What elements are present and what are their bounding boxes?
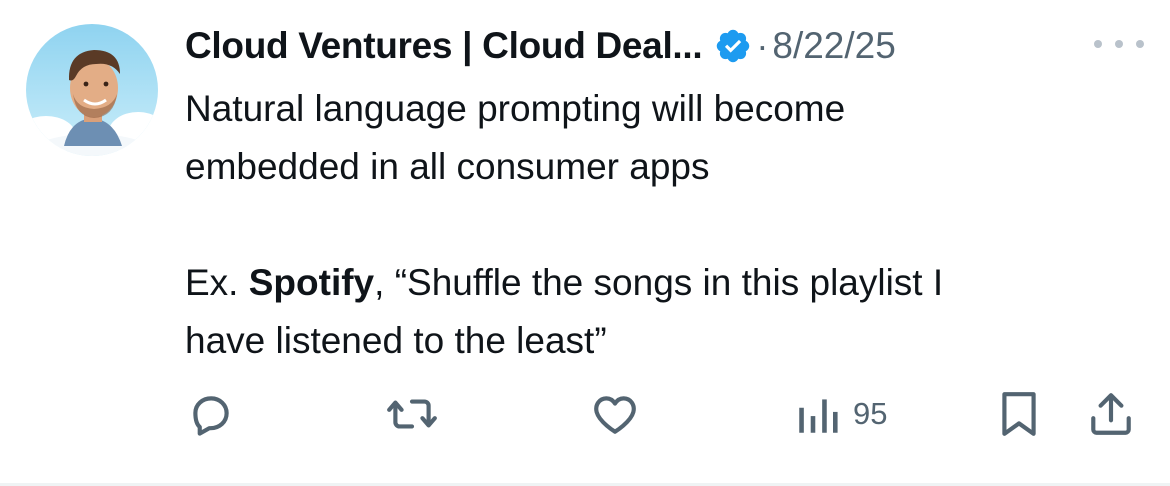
separator-dot: · [756,25,769,66]
avatar[interactable] [26,24,158,156]
tweet-text-line: have listened to the least” [185,320,607,361]
share-icon [1091,393,1131,435]
repost-button[interactable] [385,384,439,444]
like-button[interactable] [590,384,640,444]
reply-icon [193,396,229,436]
views-icon [799,399,838,433]
bookmark-button[interactable] [996,384,1042,444]
bookmark-icon [1002,392,1036,436]
repost-icon [387,399,437,429]
share-button[interactable] [1086,384,1136,444]
tweet-text-line: Ex. Spotify, “Shuffle the songs in this … [185,254,1145,312]
tweet-card[interactable]: Cloud Ventures | Cloud Deal... · 8/22/25… [0,0,1170,486]
tweet-actions: 95 [0,384,1170,444]
tweet-text: Natural language prompting will become e… [185,80,1145,370]
tweet-text-line: Natural language prompting will become [185,88,846,129]
example-bold-app: Spotify [248,262,375,303]
reply-button[interactable] [186,384,236,444]
post-date[interactable]: 8/22/25 [772,25,895,67]
example-quote: , “Shuffle the songs in this playlist I [374,262,944,303]
views-button[interactable]: 95 [797,384,887,444]
example-prefix: Ex. [185,262,249,303]
tweet-header: Cloud Ventures | Cloud Deal... · 8/22/25 [185,20,1145,72]
views-count: 95 [853,396,888,431]
tweet-text-line: embedded in all consumer apps [185,146,710,187]
more-options-icon[interactable] [1094,32,1144,56]
display-name[interactable]: Cloud Ventures | Cloud Deal... [185,25,703,67]
like-icon [594,396,636,434]
verified-badge-icon [714,27,752,65]
avatar-image [26,24,158,156]
